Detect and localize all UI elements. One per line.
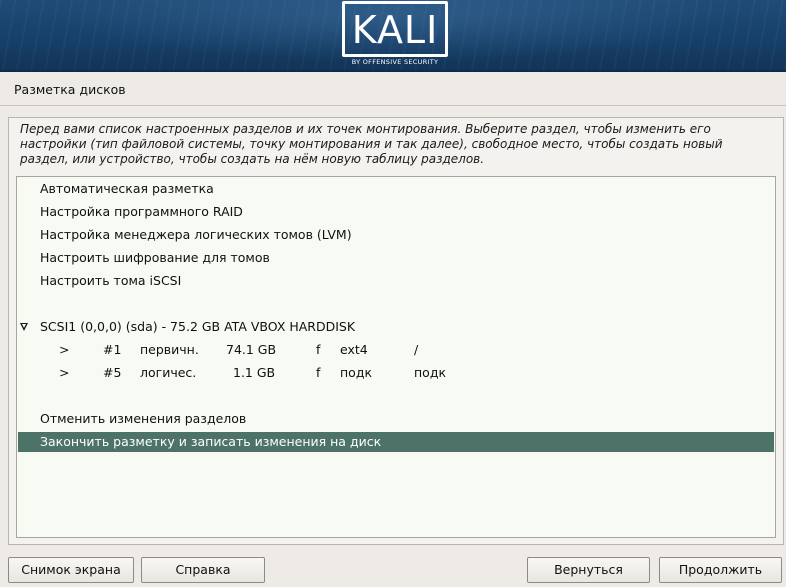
partition-number: #5 xyxy=(103,365,122,380)
partition-number: #1 xyxy=(103,342,122,357)
partition-arrow: > xyxy=(59,365,70,380)
list-item-encryption[interactable]: Настроить шифрование для томов xyxy=(18,248,774,268)
list-item-label: Закончить разметку и записать изменения … xyxy=(40,434,382,449)
partition-format-flag: f xyxy=(316,365,321,380)
partition-filesystem: подк xyxy=(340,365,373,380)
list-item-label: Настройка менеджера логических томов (LV… xyxy=(40,227,352,242)
partition-mountpoint: подк xyxy=(414,365,447,380)
list-item-auto-partition[interactable]: Автоматическая разметка xyxy=(18,179,774,199)
page-title: Разметка дисков xyxy=(14,82,126,97)
partition-arrow: > xyxy=(59,342,70,357)
partition-type: логичес. xyxy=(140,365,197,380)
list-item-iscsi[interactable]: Настроить тома iSCSI xyxy=(18,271,774,291)
partition-filesystem: ext4 xyxy=(340,342,368,357)
continue-button[interactable]: Продолжить xyxy=(659,557,782,583)
list-item-lvm[interactable]: Настройка менеджера логических томов (LV… xyxy=(18,225,774,245)
title-divider xyxy=(0,105,786,106)
disk-label: SCSI1 (0,0,0) (sda) - 75.2 GB ATA VBOX H… xyxy=(40,319,356,334)
partition-size: 1.1 GB xyxy=(233,365,276,380)
logo-subtitle: BY OFFENSIVE SECURITY xyxy=(351,58,439,66)
expand-triangle-icon xyxy=(20,323,28,331)
kali-logo: KALI xyxy=(342,1,448,57)
list-item-finish-partitioning[interactable]: Закончить разметку и записать изменения … xyxy=(18,432,774,452)
list-item-partition-1[interactable]: > #1 первичн. 74.1 GB f ext4 / xyxy=(18,340,774,360)
help-button[interactable]: Справка xyxy=(141,557,265,583)
list-item-label: Автоматическая разметка xyxy=(40,181,214,196)
partition-format-flag: f xyxy=(316,342,321,357)
screenshot-button[interactable]: Снимок экрана xyxy=(8,557,134,583)
list-item-label: Отменить изменения разделов xyxy=(40,411,247,426)
list-item-software-raid[interactable]: Настройка программного RAID xyxy=(18,202,774,222)
partition-list[interactable]: Автоматическая разметка Настройка програ… xyxy=(16,176,776,538)
banner-divider xyxy=(0,70,786,72)
partition-size: 74.1 GB xyxy=(226,342,277,357)
list-item-label: Настроить шифрование для томов xyxy=(40,250,270,265)
list-item-undo-changes[interactable]: Отменить изменения разделов xyxy=(18,409,774,429)
list-item-label: Настроить тома iSCSI xyxy=(40,273,182,288)
logo-text: KALI xyxy=(351,8,439,52)
partition-mountpoint: / xyxy=(414,342,419,357)
page-description: Перед вами список настроенных разделов и… xyxy=(20,122,723,166)
partition-type: первичн. xyxy=(140,342,199,357)
list-item-partition-5[interactable]: > #5 логичес. 1.1 GB f подк подк xyxy=(18,363,774,383)
kali-banner: KALI BY OFFENSIVE SECURITY xyxy=(0,0,786,70)
list-item-label: Настройка программного RAID xyxy=(40,204,243,219)
list-item-disk-sda[interactable]: SCSI1 (0,0,0) (sda) - 75.2 GB ATA VBOX H… xyxy=(18,317,774,337)
back-button[interactable]: Вернуться xyxy=(527,557,650,583)
